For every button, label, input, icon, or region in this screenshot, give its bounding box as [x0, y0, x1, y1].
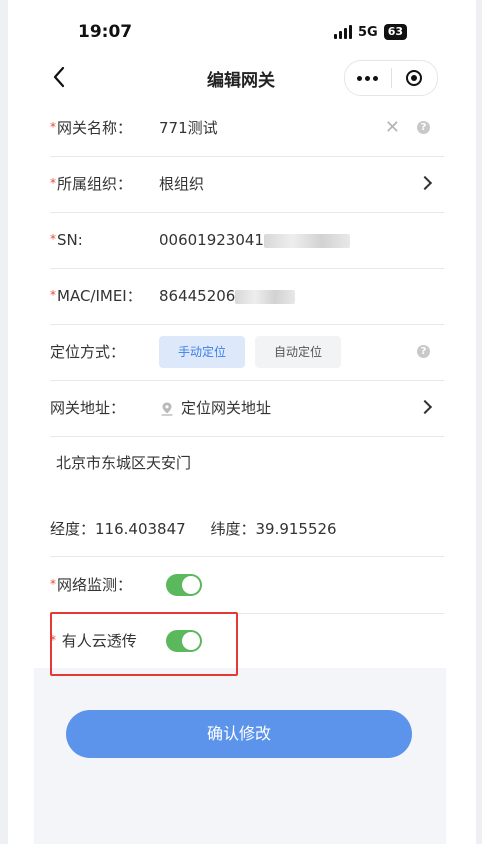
org-label: *所属组织： — [50, 175, 133, 193]
auto-location-option[interactable]: 自动定位 — [255, 336, 341, 368]
chevron-right-icon — [417, 175, 433, 191]
mini-program-capsule — [344, 60, 438, 96]
org-row[interactable]: *所属组织： 根组织 — [50, 156, 444, 213]
chevron-right-icon — [417, 399, 433, 415]
confirm-button[interactable]: 确认修改 — [66, 710, 412, 758]
redacted-blur — [263, 233, 350, 248]
sn-label: *SN: — [50, 231, 83, 249]
gateway-address-value: 定位网关地址 — [159, 380, 271, 436]
location-mode-label: 定位方式： — [50, 343, 126, 361]
coordinates: 经度：116.403847 纬度：39.915526 — [50, 518, 357, 539]
gateway-name-row: *网关名称： 771测试 ✕ ? — [50, 100, 444, 157]
location-mode-row: 定位方式： 手动定位 自动定位 ? — [50, 324, 444, 381]
mac-label: *MAC/IMEI： — [50, 287, 142, 305]
address-text: 北京市东城区天安门 — [56, 454, 192, 472]
gateway-address-label: 网关地址： — [50, 399, 126, 417]
more-icon — [357, 75, 379, 81]
clear-icon[interactable]: ✕ — [385, 116, 400, 140]
mac-value[interactable]: 86445206 — [159, 268, 296, 324]
sn-value[interactable]: 00601923041 — [159, 212, 350, 268]
manual-location-option[interactable]: 手动定位 — [159, 336, 245, 368]
network-monitor-row: *网络监测： — [50, 557, 444, 614]
battery-icon: 63 — [383, 24, 408, 40]
highlight-box — [50, 612, 238, 676]
help-icon[interactable]: ? — [417, 121, 430, 134]
signal-icon — [334, 25, 352, 39]
gateway-name-label: *网关名称： — [50, 119, 133, 137]
redacted-blur — [235, 289, 296, 304]
map-pin-icon — [161, 402, 173, 416]
target-icon — [406, 70, 423, 86]
help-icon[interactable]: ? — [417, 345, 430, 358]
org-value: 根组织 — [159, 175, 205, 193]
status-time: 19:07 — [78, 22, 133, 42]
network-monitor-toggle[interactable] — [166, 574, 202, 596]
network-monitor-label: *网络监测： — [50, 576, 133, 594]
gateway-name-input[interactable]: 771测试 — [159, 100, 218, 156]
network-type: 5G — [358, 24, 378, 40]
sn-row: *SN: 00601923041 — [50, 212, 444, 269]
close-mini-program-button[interactable] — [391, 61, 437, 95]
status-indicators: 5G 63 — [334, 24, 408, 40]
mac-row: *MAC/IMEI： 86445206 — [50, 268, 444, 325]
latitude: 纬度：39.915526 — [210, 520, 337, 538]
gateway-address-row[interactable]: 网关地址： 定位网关地址 — [50, 380, 444, 437]
longitude: 经度：116.403847 — [50, 520, 186, 538]
more-button[interactable] — [345, 61, 391, 95]
